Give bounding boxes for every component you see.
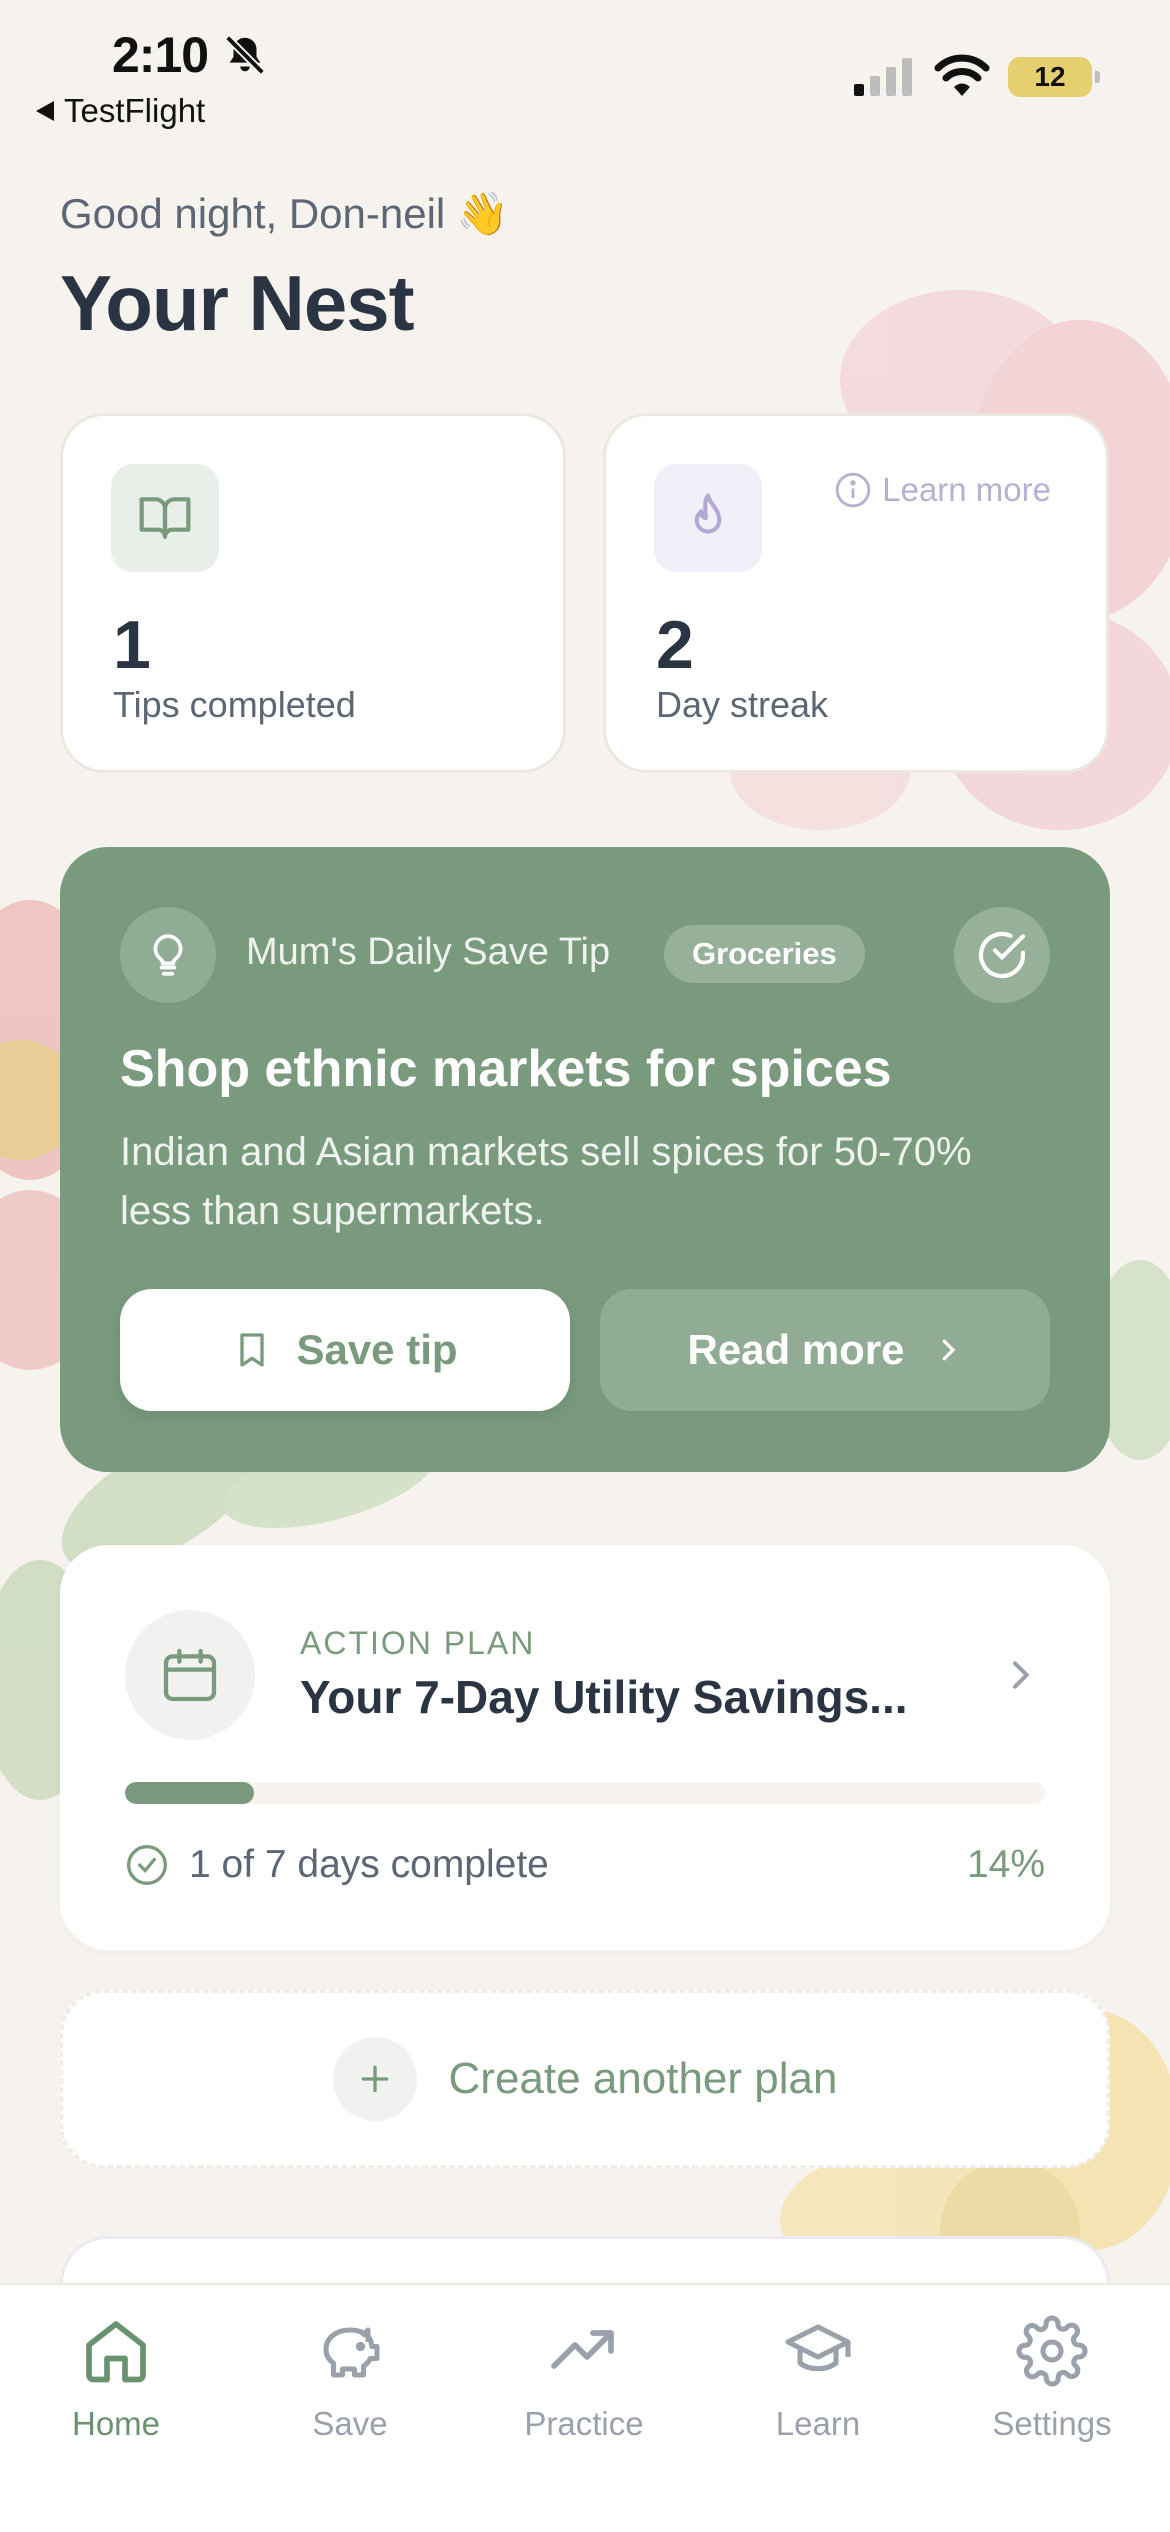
- plan-status-text: 1 of 7 days complete: [189, 1843, 549, 1886]
- book-icon: [111, 464, 219, 572]
- read-more-button[interactable]: Read more: [600, 1289, 1050, 1411]
- tab-practice[interactable]: Practice: [484, 2315, 684, 2443]
- status-time: 2:10: [112, 27, 209, 83]
- stat-card-day-streak[interactable]: Learn more 2 Day streak: [603, 413, 1109, 773]
- bell-slash-icon: [225, 35, 265, 75]
- piggy-bank-icon: [323, 2327, 380, 2378]
- plan-title: Your 7-Day Utility Savings...: [300, 1671, 908, 1723]
- tab-learn[interactable]: Learn: [718, 2315, 918, 2443]
- tips-completed-value: 1: [113, 607, 151, 683]
- back-app-label: TestFlight: [64, 92, 206, 129]
- stat-card-tips-completed[interactable]: 1 Tips completed: [60, 413, 566, 773]
- create-plan-button[interactable]: Create another plan: [60, 1990, 1110, 2168]
- status-bar: 2:10 TestFlight 12: [0, 0, 1170, 140]
- check-circle-icon: [127, 1845, 167, 1885]
- cellular-signal-icon: [854, 58, 912, 96]
- plan-eyebrow: ACTION PLAN: [300, 1625, 536, 1661]
- plan-percent: 14%: [966, 1843, 1045, 1886]
- lightbulb-icon: [120, 907, 216, 1003]
- daily-tip-card: Mum's Daily Save Tip Groceries Shop ethn…: [60, 847, 1110, 1472]
- back-to-testflight-link[interactable]: TestFlight: [36, 92, 205, 130]
- create-plan-label: Create another plan: [448, 2054, 838, 2103]
- check-circle-icon: [978, 931, 1026, 979]
- tip-title: Shop ethnic markets for spices: [120, 1040, 892, 1098]
- action-plan-card[interactable]: ACTION PLAN Your 7-Day Utility Savings..…: [60, 1545, 1110, 1950]
- tip-category-badge: Groceries: [664, 925, 865, 983]
- tab-practice-label: Practice: [524, 2405, 644, 2442]
- tab-save[interactable]: Save: [250, 2315, 450, 2443]
- plus-icon: [332, 2037, 417, 2121]
- tab-learn-label: Learn: [775, 2405, 861, 2442]
- plan-progress-bar: [125, 1782, 1045, 1804]
- save-tip-button[interactable]: Save tip: [120, 1289, 570, 1411]
- graduation-cap-icon: [785, 2324, 851, 2372]
- gear-icon: [1016, 2315, 1088, 2387]
- chevron-right-icon: [942, 1339, 955, 1361]
- read-more-label: Read more: [687, 1326, 905, 1373]
- bookmark-icon: [240, 1333, 265, 1367]
- tip-source: Mum's Daily Save Tip: [246, 931, 611, 973]
- learn-more-label: Learn more: [882, 471, 1051, 508]
- tab-home-label: Home: [71, 2405, 161, 2442]
- plan-status: 1 of 7 days complete: [125, 1843, 549, 1887]
- tip-body: Indian and Asian markets sell spices for…: [120, 1130, 972, 1233]
- tab-home[interactable]: Home: [16, 2315, 216, 2443]
- info-icon: [835, 472, 871, 508]
- page-title: Your Nest: [60, 259, 415, 347]
- day-streak-value: 2: [656, 607, 694, 683]
- learn-more-link[interactable]: Learn more: [834, 471, 1051, 509]
- plan-progress-fill: [125, 1782, 254, 1804]
- day-streak-label: Day streak: [656, 684, 829, 725]
- trending-up-icon: [551, 2330, 614, 2369]
- tab-settings-label: Settings: [992, 2405, 1112, 2442]
- tab-settings[interactable]: Settings: [952, 2315, 1152, 2443]
- save-tip-label: Save tip: [296, 1326, 458, 1373]
- flame-icon: [654, 464, 762, 572]
- calendar-icon: [125, 1610, 255, 1740]
- battery-indicator: 12: [1008, 57, 1100, 97]
- greeting-text: Good night, Don-neil 👋: [60, 190, 510, 237]
- home-icon: [86, 2321, 146, 2383]
- wifi-icon: [934, 54, 990, 96]
- tips-completed-label: Tips completed: [113, 684, 356, 725]
- chevron-right-icon: [1013, 1661, 1030, 1689]
- back-arrow-icon: [36, 101, 54, 121]
- tab-save-label: Save: [312, 2405, 388, 2442]
- mark-complete-button[interactable]: [954, 907, 1050, 1003]
- tab-bar: Home Save Practice Learn Settings: [0, 2283, 1170, 2532]
